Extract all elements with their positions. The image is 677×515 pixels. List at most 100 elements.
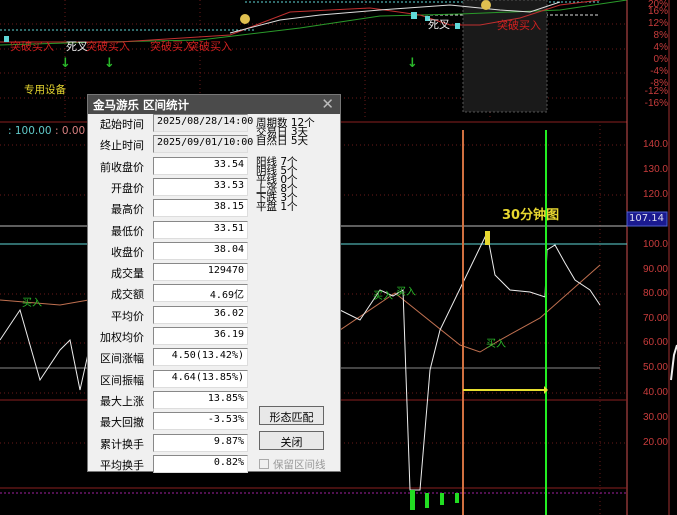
stat-value-field[interactable]: -3.53% bbox=[153, 412, 248, 431]
close-icon[interactable]: ✕ bbox=[321, 95, 334, 113]
price-tick: 130.0 bbox=[642, 164, 668, 175]
chart-title: 30分钟图 bbox=[502, 208, 560, 223]
stat-value-field[interactable]: 4.50(13.42%) bbox=[153, 348, 248, 367]
signal-label: 突破买入 bbox=[188, 40, 232, 53]
stat-value-field[interactable]: 33.53 bbox=[153, 177, 248, 196]
stat-label: 最低价 bbox=[111, 224, 144, 238]
stat-value-field[interactable]: 38.04 bbox=[153, 241, 248, 260]
candle-info: 阳线 7个 阴线 5个 平线 0个 上涨 8个 下跌 3个 平盘 1个 bbox=[256, 157, 298, 213]
arrow-down-icon: ↓ bbox=[60, 56, 71, 71]
indicator-value: : 100.00 bbox=[8, 125, 52, 137]
stat-label: 累计换手 bbox=[100, 437, 144, 451]
stat-value-field[interactable]: 2025/08/28/14:00 bbox=[153, 114, 253, 132]
stat-label: 开盘价 bbox=[111, 181, 144, 195]
price-tick: 80.00 bbox=[642, 288, 668, 299]
percent-tick: 12% bbox=[647, 18, 668, 29]
stat-value-field[interactable]: 4.64(13.85%) bbox=[153, 369, 248, 388]
signal-label: 突破买入 bbox=[10, 40, 54, 53]
percent-tick: 16% bbox=[647, 6, 668, 17]
stat-label: 最大上涨 bbox=[100, 394, 144, 408]
stat-label: 区间振幅 bbox=[100, 373, 144, 387]
stat-row: 起始时间 2025/08/28/14:00 bbox=[88, 114, 253, 132]
price-tick: 70.00 bbox=[642, 313, 668, 324]
price-tick: 120.0 bbox=[642, 189, 668, 200]
stat-label: 最高价 bbox=[111, 203, 144, 217]
stat-label: 平均价 bbox=[111, 309, 144, 323]
percent-tick: 8% bbox=[653, 30, 668, 41]
stat-row: 最低价 33.51 bbox=[88, 220, 248, 239]
price-tick: 30.00 bbox=[642, 412, 668, 423]
stat-value-field[interactable]: 2025/09/01/10:00 bbox=[153, 135, 253, 154]
stat-row: 前收盘价 33.54 bbox=[88, 156, 248, 175]
stat-row: 终止时间 2025/09/01/10:00 bbox=[88, 135, 253, 154]
stat-value-field[interactable]: 33.51 bbox=[153, 220, 248, 239]
range-statistics-dialog: 金马游乐 区间统计 ✕ 起始时间 2025/08/28/14:00 终止时间 2025… bbox=[87, 94, 341, 473]
stat-row: 收盘价 38.04 bbox=[88, 241, 248, 260]
stat-row: 加权均价 36.19 bbox=[88, 327, 248, 345]
buy-label: 买入 bbox=[486, 339, 506, 350]
stat-value-field[interactable]: 13.85% bbox=[153, 390, 248, 409]
stat-label: 平均换手 bbox=[100, 458, 144, 472]
stat-value-field[interactable]: 129470 bbox=[153, 263, 248, 282]
stat-value-field[interactable]: 36.02 bbox=[153, 305, 248, 324]
buy-label: 买入 bbox=[22, 298, 42, 309]
percent-tick: -12% bbox=[644, 86, 668, 97]
money-bag-icon bbox=[240, 14, 250, 24]
keep-lines-checkbox[interactable]: 保留区间线 bbox=[259, 457, 326, 472]
price-tick: 90.00 bbox=[642, 264, 668, 275]
current-value: 107.14 bbox=[629, 213, 664, 224]
stat-label: 成交额 bbox=[111, 288, 144, 302]
price-tick: 140.0 bbox=[642, 139, 668, 150]
stat-row: 平均换手 0.82% bbox=[88, 454, 248, 473]
dialog-title-bar[interactable]: 金马游乐 区间统计 ✕ bbox=[88, 95, 340, 114]
industry-label: 专用设备 bbox=[24, 84, 66, 96]
stat-row: 累计换手 9.87% bbox=[88, 433, 248, 452]
unchanged-count: 平盘 1个 bbox=[256, 201, 298, 213]
stat-label: 区间涨幅 bbox=[100, 352, 144, 366]
indicator-value: : 0.00 bbox=[54, 125, 86, 137]
price-tick: 50.00 bbox=[642, 362, 668, 373]
price-tick: 100.0 bbox=[642, 239, 668, 250]
pattern-match-button[interactable]: 形态匹配 bbox=[259, 406, 324, 425]
close-button[interactable]: 关闭 bbox=[259, 431, 324, 450]
percent-tick: 4% bbox=[653, 42, 668, 53]
signal-label: 死叉 bbox=[428, 18, 450, 31]
stat-label: 最大回撤 bbox=[100, 416, 144, 430]
percent-tick: -16% bbox=[644, 98, 668, 109]
period-info: 周期数 12个 交易日 3天 自然日 5天 bbox=[256, 118, 315, 147]
stat-label: 起始时间 bbox=[100, 118, 144, 131]
stat-value-field[interactable]: 33.54 bbox=[153, 156, 248, 175]
percent-tick: -4% bbox=[650, 66, 668, 77]
arrow-down-icon: ↓ bbox=[104, 56, 115, 71]
stat-label: 收盘价 bbox=[111, 245, 144, 259]
stat-value-field[interactable]: 0.82% bbox=[153, 454, 248, 473]
stat-label: 终止时间 bbox=[100, 139, 144, 153]
stat-row: 最高价 38.15 bbox=[88, 199, 248, 218]
stat-row: 区间振幅 4.64(13.85%) bbox=[88, 369, 248, 388]
stat-value-field[interactable]: 36.19 bbox=[153, 327, 248, 345]
stat-value-field[interactable]: 38.15 bbox=[153, 199, 248, 218]
calendar-days: 自然日 5天 bbox=[256, 135, 309, 147]
stat-value-field[interactable]: 4.69亿 bbox=[153, 284, 248, 303]
money-bag-icon bbox=[481, 0, 491, 10]
price-tick: 60.00 bbox=[642, 337, 668, 348]
arrow-down-icon: ↓ bbox=[407, 56, 418, 71]
stat-value-field[interactable]: 9.87% bbox=[153, 433, 248, 452]
signal-label: 突破买入 bbox=[497, 19, 541, 32]
keep-lines-label: 保留区间线 bbox=[273, 459, 326, 471]
checkbox-icon[interactable] bbox=[259, 459, 269, 469]
stat-row: 区间涨幅 4.50(13.42%) bbox=[88, 348, 248, 367]
stat-row: 成交量 129470 bbox=[88, 263, 248, 282]
buy-label: 买入 bbox=[373, 291, 393, 302]
signal-label: 突破买入 bbox=[86, 40, 130, 53]
dialog-title: 金马游乐 区间统计 bbox=[93, 98, 190, 112]
price-tick: 40.00 bbox=[642, 387, 668, 398]
stat-row: 成交额 4.69亿 bbox=[88, 284, 248, 303]
stat-label: 成交量 bbox=[111, 267, 144, 281]
stat-label: 加权均价 bbox=[100, 331, 144, 344]
buy-label: 买入 bbox=[396, 287, 416, 298]
price-tick: 20.00 bbox=[642, 437, 668, 448]
stat-row: 平均价 36.02 bbox=[88, 305, 248, 324]
stat-row: 最大回撤 -3.53% bbox=[88, 412, 248, 431]
stat-row: 最大上涨 13.85% bbox=[88, 390, 248, 409]
